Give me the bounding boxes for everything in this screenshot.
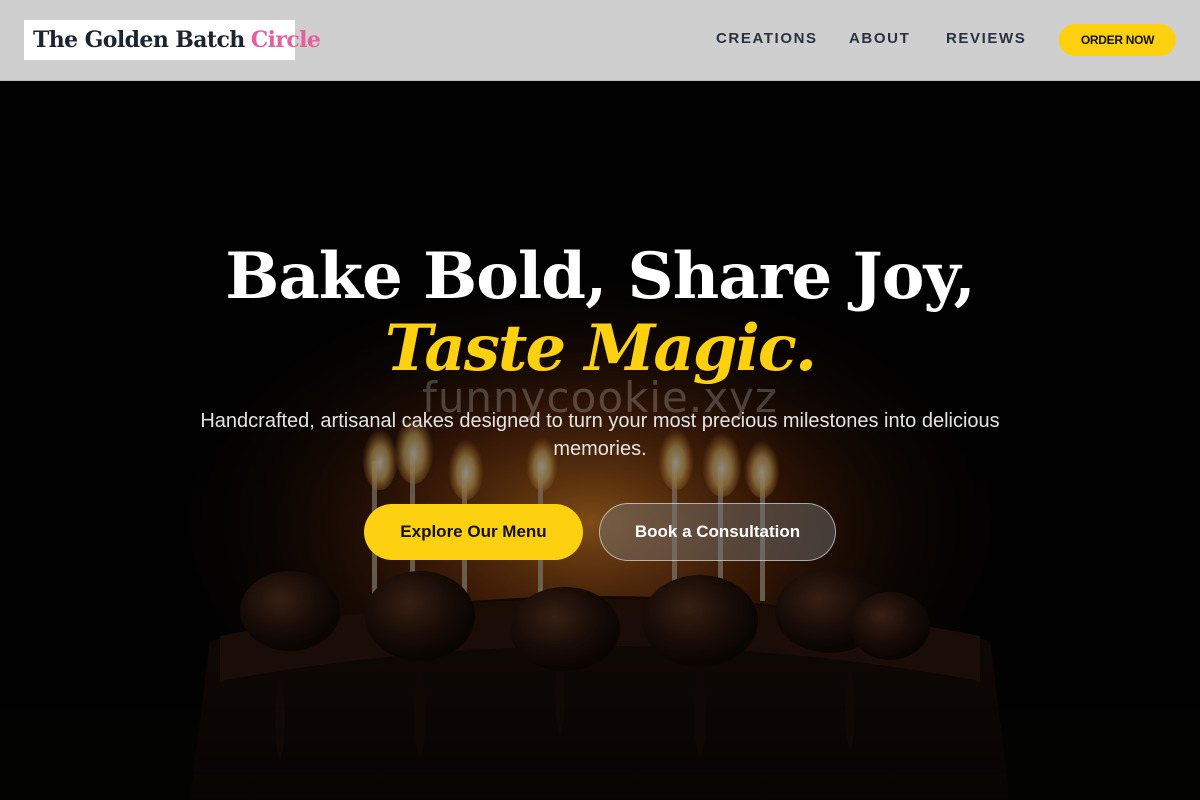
order-now-button[interactable]: ORDER NOW <box>1059 24 1176 56</box>
nav-link-reviews[interactable]: REVIEWS <box>946 29 1026 49</box>
site-logo[interactable]: The Golden Batch Circle <box>24 20 321 60</box>
nav-link-creations[interactable]: CREATIONS <box>716 29 818 49</box>
site-header: The Golden Batch Circle CREATIONS ABOUT … <box>0 0 1200 81</box>
logo-text-accent: Circle <box>250 27 321 53</box>
explore-menu-button[interactable]: Explore Our Menu <box>364 504 583 560</box>
nav-link-about[interactable]: ABOUT <box>849 29 910 49</box>
hero-headline: Bake Bold, Share Joy, Taste Magic. <box>0 241 1200 385</box>
hero-subtitle: Handcrafted, artisanal cakes designed to… <box>200 410 1000 460</box>
book-consultation-button[interactable]: Book a Consultation <box>599 503 836 561</box>
hero-headline-line1: Bake Bold, Share Joy, <box>225 239 976 314</box>
hero-section: Bake Bold, Share Joy, Taste Magic. funny… <box>0 81 1200 800</box>
logo-text-main: The Golden Batch <box>33 27 245 53</box>
